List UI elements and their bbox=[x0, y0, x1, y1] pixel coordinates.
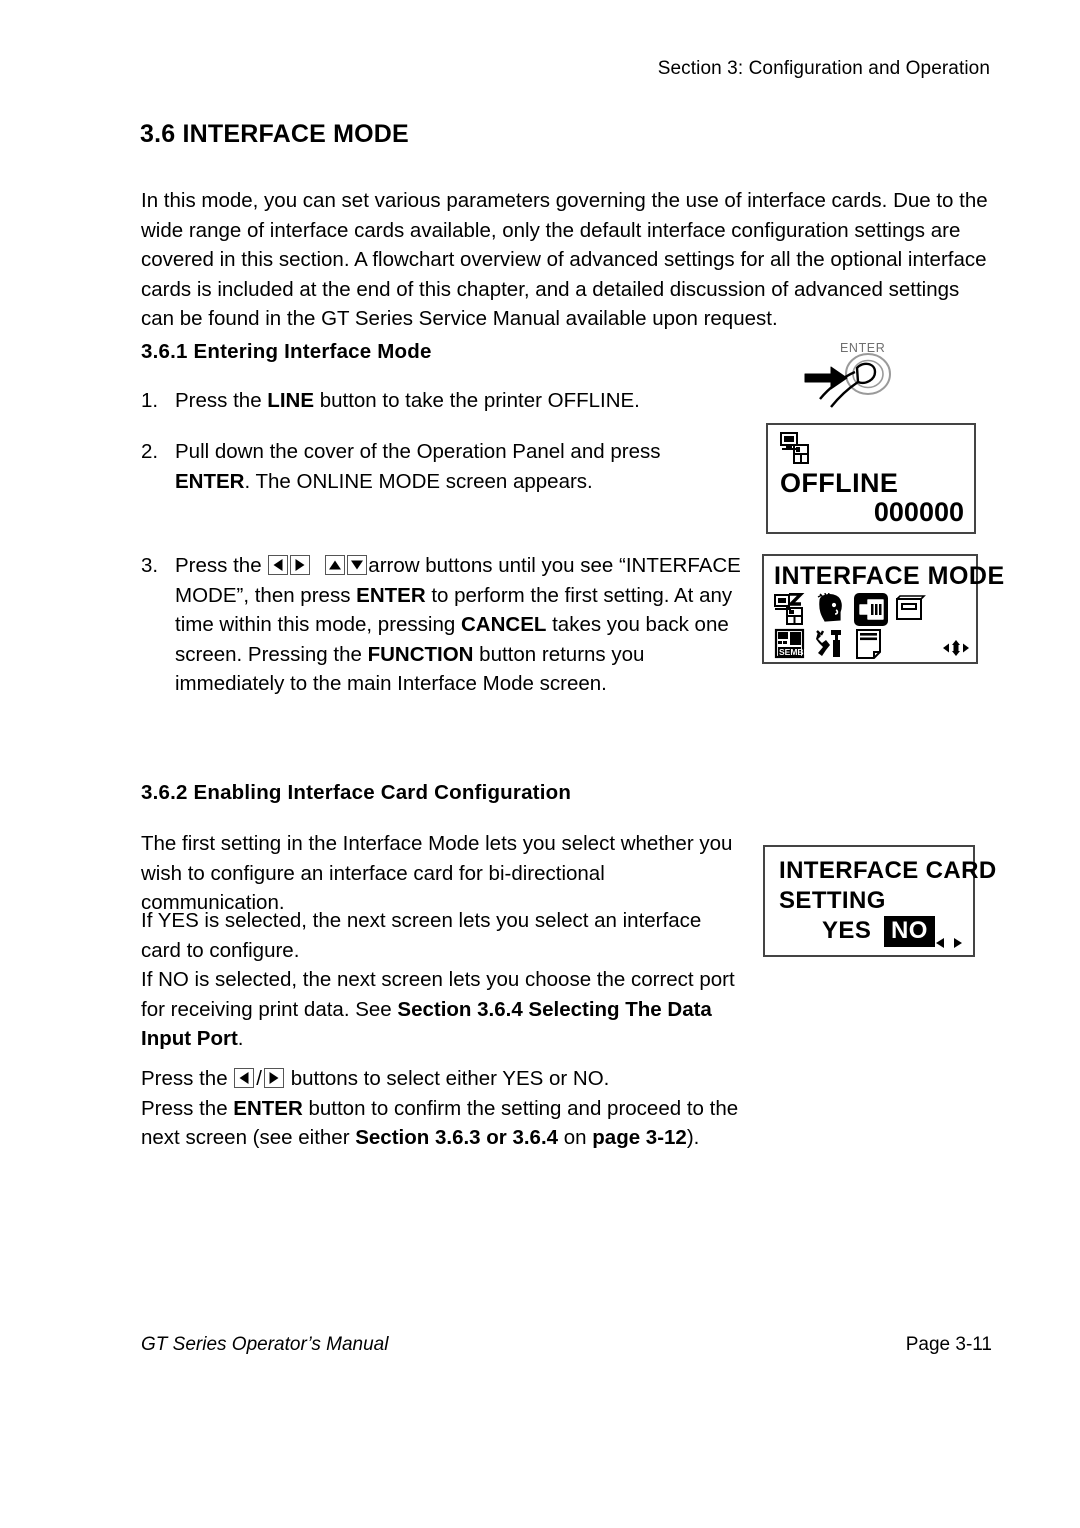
subsection-heading-362: 3.6.2 Enabling Interface Card Configurat… bbox=[141, 781, 572, 804]
footer-page-number: Page 3-11 bbox=[905, 1334, 992, 1355]
lcd-screen-offline: OFFLINE 000000 bbox=[766, 423, 976, 534]
icon-grid-empty-cell bbox=[894, 628, 928, 661]
step-number: 3. bbox=[141, 554, 159, 577]
step-text: Press the LINE button to take the printe… bbox=[175, 389, 640, 412]
paragraph-yes-no-detail: If YES is selected, the next screen lets… bbox=[141, 909, 735, 1051]
four-way-arrow-icon bbox=[943, 640, 969, 656]
step-text: Pull down the cover of the Operation Pan… bbox=[175, 440, 661, 493]
lcd-offline-text: OFFLINE bbox=[780, 468, 899, 498]
lcd-option-no-selected[interactable]: NO bbox=[884, 916, 935, 947]
footer-manual-name: GT Series Operator’s Manual bbox=[141, 1334, 389, 1355]
para-c-tail: buttons to select either YES or NO. bbox=[285, 1067, 610, 1090]
sembl-panel-icon[interactable]: SEMBL bbox=[774, 628, 808, 661]
lcd-ifcard-line1: INTERFACE CARD bbox=[779, 857, 997, 884]
left-right-arrow-icon bbox=[934, 936, 964, 950]
lcd-icon-grid: SEMBL bbox=[774, 593, 928, 661]
arrow-right-icon bbox=[290, 555, 311, 575]
subsection-heading-361: 3.6.1 Entering Interface Mode bbox=[141, 340, 432, 363]
enter-button-illustration: ENTER bbox=[795, 341, 925, 415]
para-c-lead: Press the bbox=[141, 1067, 234, 1090]
lcd-ifcard-line2: SETTING bbox=[779, 887, 886, 914]
user-head-icon[interactable] bbox=[814, 593, 848, 626]
arrow-left-icon bbox=[268, 555, 289, 575]
service-tools-icon[interactable] bbox=[814, 628, 848, 661]
manual-page: Section 3: Configuration and Operation 3… bbox=[0, 0, 1080, 1528]
memory-card-icon[interactable] bbox=[894, 593, 928, 626]
lcd-screen-interface-mode: INTERFACE MODE SEMBL bbox=[762, 554, 1004, 664]
step-lead-text: Press the bbox=[175, 554, 268, 577]
list-item: 2. Pull down the cover of the Operation … bbox=[141, 437, 741, 496]
intro-paragraph: In this mode, you can set various parame… bbox=[141, 189, 988, 331]
running-head: Section 3: Configuration and Operation bbox=[657, 58, 990, 79]
interface-card-icon[interactable] bbox=[854, 593, 888, 626]
list-item: 1. Press the LINE button to take the pri… bbox=[141, 386, 741, 416]
arrow-up-icon bbox=[325, 555, 346, 575]
print-mode-icon[interactable] bbox=[774, 593, 808, 626]
status-icon-group bbox=[779, 432, 819, 466]
page-title: 3.6 INTERFACE MODE bbox=[140, 120, 409, 148]
lcd-screen-interface-card-setting: INTERFACE CARD SETTING YES NO bbox=[763, 845, 996, 957]
step-text: Press the arrow buttons until you see “I… bbox=[175, 551, 741, 699]
arrow-right-icon bbox=[264, 1068, 284, 1088]
svg-text:SEMBL: SEMBL bbox=[779, 647, 808, 657]
page-document-icon[interactable] bbox=[854, 628, 888, 661]
arrow-left-icon bbox=[234, 1068, 255, 1088]
para-c-line2: Press the ENTER button to confirm the se… bbox=[141, 1096, 739, 1150]
list-item: 3. Press the arrow buttons until you see… bbox=[141, 551, 741, 699]
paragraph-press-buttons: Press the / buttons to select either YES… bbox=[141, 1064, 741, 1153]
enter-button-label: ENTER bbox=[840, 341, 886, 355]
lcd-print-counter: 000000 bbox=[873, 497, 964, 527]
step-number: 2. bbox=[141, 440, 159, 463]
lcd-option-yes[interactable]: YES bbox=[822, 917, 871, 945]
paragraph-yes-no-intro: The first setting in the Interface Mode … bbox=[141, 832, 733, 915]
lcd-interface-mode-title: INTERFACE MODE bbox=[774, 562, 1005, 590]
interface-card-icon bbox=[793, 444, 809, 464]
arrow-down-icon bbox=[347, 555, 368, 575]
slash-separator: / bbox=[256, 1067, 262, 1090]
step-number: 1. bbox=[141, 389, 159, 412]
